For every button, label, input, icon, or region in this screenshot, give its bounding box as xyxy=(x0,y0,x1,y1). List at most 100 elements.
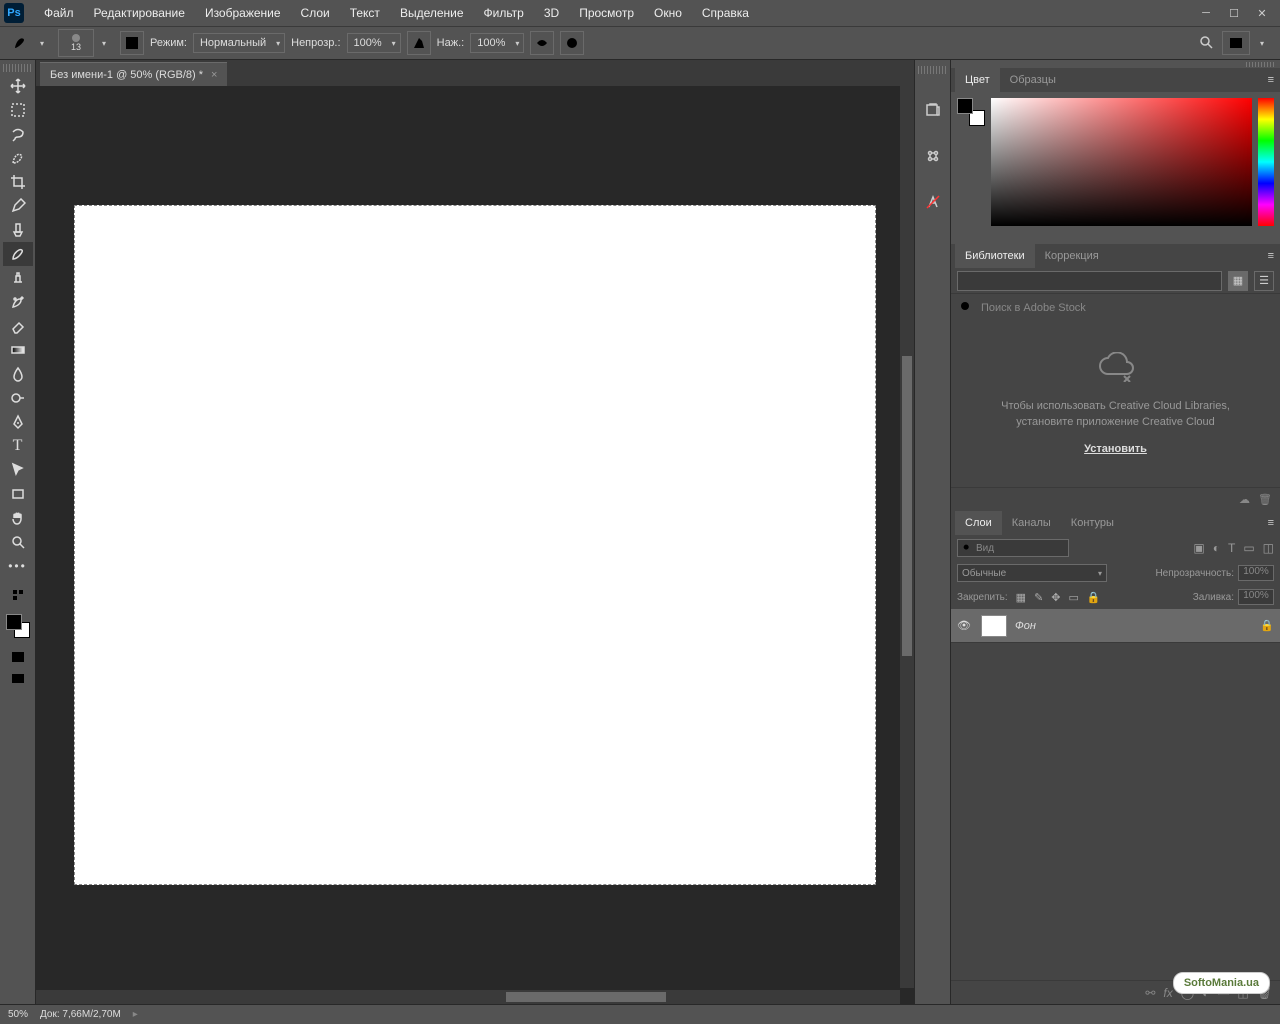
pressure-size-button[interactable] xyxy=(560,31,584,55)
more-tools[interactable]: ••• xyxy=(3,554,33,578)
link-layers-icon[interactable]: ⚯ xyxy=(1145,986,1155,1000)
edit-toolbar-button[interactable] xyxy=(3,584,33,606)
library-search[interactable]: Поиск в Adobe Stock xyxy=(951,294,1280,322)
layer-thumbnail[interactable] xyxy=(981,615,1007,637)
library-select[interactable] xyxy=(957,271,1222,291)
libraries-panel-menu[interactable]: ≡ xyxy=(1262,250,1280,262)
quick-select-tool[interactable] xyxy=(3,146,33,170)
rectangle-tool[interactable] xyxy=(3,482,33,506)
delete-icon[interactable]: 🗑 xyxy=(1258,493,1272,506)
menu-3d[interactable]: 3D xyxy=(534,0,569,26)
menu-view[interactable]: Просмотр xyxy=(569,0,644,26)
layer-lock-icon[interactable]: 🔒 xyxy=(1260,619,1274,632)
layer-opacity-input[interactable]: 100% xyxy=(1238,565,1274,581)
maximize-button[interactable]: ☐ xyxy=(1220,3,1248,23)
tab-libraries[interactable]: Библиотеки xyxy=(955,244,1035,268)
screen-mode-button[interactable] xyxy=(3,668,33,690)
clone-stamp-tool[interactable] xyxy=(3,266,33,290)
layer-filter[interactable]: Вид xyxy=(957,539,1069,557)
vertical-scrollbar[interactable] xyxy=(900,86,914,988)
workspace-chooser[interactable] xyxy=(1222,31,1250,55)
menu-file[interactable]: Файл xyxy=(34,0,84,26)
crop-tool[interactable] xyxy=(3,170,33,194)
library-grid-view[interactable]: ▦ xyxy=(1228,271,1248,291)
horizontal-scroll-thumb[interactable] xyxy=(506,992,666,1002)
brush-panel-toggle[interactable] xyxy=(120,31,144,55)
flow-input[interactable]: 100% xyxy=(470,33,524,53)
dock-grip[interactable] xyxy=(918,66,948,74)
foreground-color[interactable] xyxy=(6,614,22,630)
filter-adjust-icon[interactable]: ◐ xyxy=(1213,541,1220,555)
pressure-opacity-button[interactable] xyxy=(407,31,431,55)
tab-color[interactable]: Цвет xyxy=(955,68,1000,92)
lock-pixels-icon[interactable]: ▦ xyxy=(1016,591,1026,604)
filter-shape-icon[interactable]: ▭ xyxy=(1243,541,1254,555)
tab-paths[interactable]: Контуры xyxy=(1061,511,1124,535)
close-button[interactable]: ✕ xyxy=(1248,3,1276,23)
layer-blend-mode[interactable]: Обычные xyxy=(957,564,1107,582)
lock-brush-icon[interactable]: ✎ xyxy=(1034,591,1043,604)
tab-swatches[interactable]: Образцы xyxy=(1000,68,1066,92)
canvas[interactable] xyxy=(74,205,876,885)
brush-preset[interactable]: 13 xyxy=(58,29,94,57)
pen-tool[interactable] xyxy=(3,410,33,434)
lock-position-icon[interactable]: ✥ xyxy=(1051,591,1060,604)
tab-channels[interactable]: Каналы xyxy=(1002,511,1061,535)
layers-panel-menu[interactable]: ≡ xyxy=(1262,517,1280,529)
color-saturation-value[interactable] xyxy=(991,98,1252,226)
type-tool[interactable]: T xyxy=(3,434,33,458)
fill-input[interactable]: 100% xyxy=(1238,589,1274,605)
menu-window[interactable]: Окно xyxy=(644,0,692,26)
color-fg-swatch[interactable] xyxy=(957,98,973,114)
move-tool[interactable] xyxy=(3,74,33,98)
hand-tool[interactable] xyxy=(3,506,33,530)
filter-image-icon[interactable]: ▣ xyxy=(1193,541,1204,555)
layer-item-background[interactable]: 👁 Фон 🔒 xyxy=(951,609,1280,643)
brush-tool[interactable] xyxy=(3,242,33,266)
cloud-sync-icon[interactable]: ☁ xyxy=(1239,493,1250,506)
tab-close-icon[interactable]: × xyxy=(211,69,217,81)
layer-visibility-icon[interactable]: 👁 xyxy=(957,619,973,632)
path-select-tool[interactable] xyxy=(3,458,33,482)
healing-brush-tool[interactable] xyxy=(3,218,33,242)
opacity-input[interactable]: 100% xyxy=(347,33,401,53)
zoom-level[interactable]: 50% xyxy=(8,1009,28,1020)
lock-artboard-icon[interactable]: ▭ xyxy=(1069,591,1079,604)
tool-preset-dropdown[interactable]: ▾ xyxy=(40,39,50,48)
dodge-tool[interactable] xyxy=(3,386,33,410)
menu-image[interactable]: Изображение xyxy=(195,0,291,26)
blend-mode-select[interactable]: Нормальный xyxy=(193,33,285,53)
panels-grip[interactable] xyxy=(951,60,1280,68)
blur-tool[interactable] xyxy=(3,362,33,386)
tab-layers[interactable]: Слои xyxy=(955,511,1002,535)
foreground-background-colors[interactable] xyxy=(4,612,32,640)
horizontal-scrollbar[interactable] xyxy=(36,990,900,1004)
layer-fx-icon[interactable]: fx xyxy=(1163,986,1172,1000)
minimize-button[interactable]: ─ xyxy=(1192,3,1220,23)
install-cc-link[interactable]: Установить xyxy=(971,441,1260,458)
document-tab[interactable]: Без имени-1 @ 50% (RGB/8) * × xyxy=(40,62,227,86)
color-panel-menu[interactable]: ≡ xyxy=(1262,74,1280,86)
layer-name[interactable]: Фон xyxy=(1015,620,1036,632)
current-tool-icon[interactable] xyxy=(8,31,32,55)
status-dropdown[interactable]: ▸ xyxy=(133,1009,138,1020)
library-list-view[interactable]: ☰ xyxy=(1254,271,1274,291)
filter-smart-icon[interactable]: ◫ xyxy=(1263,541,1274,555)
lasso-tool[interactable] xyxy=(3,122,33,146)
brush-dropdown[interactable]: ▾ xyxy=(102,39,112,48)
menu-select[interactable]: Выделение xyxy=(390,0,474,26)
search-icon[interactable] xyxy=(1198,34,1214,53)
menu-filter[interactable]: Фильтр xyxy=(474,0,534,26)
eyedropper-tool[interactable] xyxy=(3,194,33,218)
eraser-tool[interactable] xyxy=(3,314,33,338)
character-panel-icon[interactable] xyxy=(921,190,945,214)
menu-help[interactable]: Справка xyxy=(692,0,759,26)
lock-all-icon[interactable]: 🔒 xyxy=(1087,591,1101,604)
vertical-scroll-thumb[interactable] xyxy=(902,356,912,656)
workspace-dropdown[interactable]: ▾ xyxy=(1260,39,1270,48)
document-viewport[interactable] xyxy=(36,86,914,1004)
quick-mask-button[interactable] xyxy=(3,646,33,668)
marquee-tool[interactable] xyxy=(3,98,33,122)
toolbox-grip[interactable] xyxy=(3,64,33,72)
airbrush-button[interactable] xyxy=(530,31,554,55)
